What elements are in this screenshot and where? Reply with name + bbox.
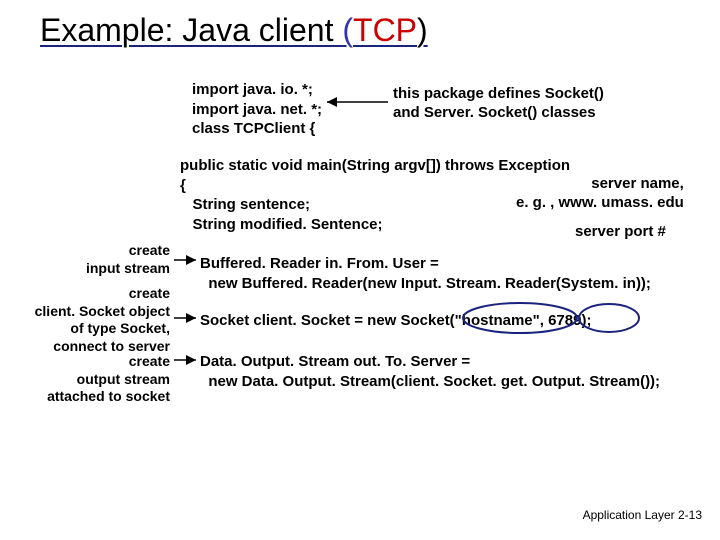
annotation-server-port: server port # — [575, 223, 666, 240]
footer-pageno: 2-13 — [678, 508, 702, 522]
left2-l4: connect to server — [53, 338, 170, 354]
footer-label: Application Layer — [583, 508, 675, 522]
code-main-open: public static void main(String argv[]) t… — [180, 156, 570, 234]
left2-l2: client. Socket object — [35, 303, 170, 319]
annotation-server-name: server name, e. g. , www. umass. edu — [516, 175, 684, 213]
annotation-import-l2: and Server. Socket() classes — [393, 104, 596, 121]
annotation-server-name-l2: e. g. , www. umass. edu — [516, 194, 684, 211]
title-paren-open: ( — [342, 12, 353, 48]
footer: Application Layer 2-13 — [583, 508, 702, 522]
left1-l1: create — [129, 242, 170, 258]
annotation-create-input-stream: create input stream — [10, 242, 170, 277]
left2-l3: of type Socket, — [70, 320, 170, 336]
left3-l2: output stream — [77, 371, 170, 387]
annotation-create-output-stream: create output stream attached to socket — [10, 353, 170, 406]
left3-l1: create — [129, 353, 170, 369]
code-buffered-reader: Buffered. Reader in. From. User = new Bu… — [200, 254, 651, 293]
title-prefix: Example: Java client — [40, 12, 342, 48]
code-socket-line: Socket client. Socket = new Socket("host… — [200, 311, 591, 331]
annotation-server-name-l1: server name, — [591, 175, 684, 192]
left3-l3: attached to socket — [47, 388, 170, 404]
annotation-create-client-socket: create client. Socket object of type Soc… — [10, 285, 170, 355]
left1-l2: input stream — [86, 260, 170, 276]
code-imports: import java. io. *; import java. net. *;… — [192, 80, 322, 139]
title-paren-close: ) — [417, 12, 428, 48]
annotation-import-l1: this package defines Socket() — [393, 85, 604, 102]
left2-l1: create — [129, 285, 170, 301]
annotation-import-package: this package defines Socket() and Server… — [393, 85, 604, 123]
code-dataoutput: Data. Output. Stream out. To. Server = n… — [200, 352, 660, 391]
slide-title: Example: Java client (TCP) — [40, 12, 428, 49]
title-tcp: TCP — [353, 12, 417, 48]
